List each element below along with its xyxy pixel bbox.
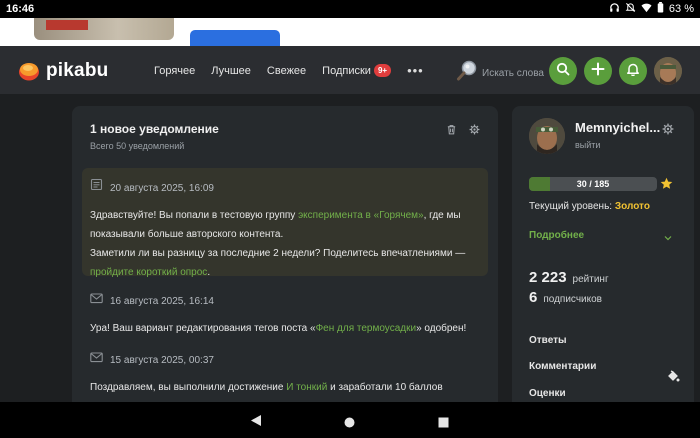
panel-actions <box>446 122 480 140</box>
rating-value: 2 223 <box>529 269 567 286</box>
nav-best[interactable]: Лучшее <box>211 65 251 77</box>
level-value: Золото <box>614 201 650 212</box>
profile-name[interactable]: Memnyichel... <box>575 120 660 135</box>
notification-text: Здравствуйте! Вы попали в тестовую групп… <box>90 210 461 240</box>
details-toggle[interactable]: Подробнее <box>529 230 584 241</box>
notification-item: 20 августа 2025, 16:09 Здравствуйте! Вы … <box>90 178 482 282</box>
battery-icon <box>657 2 664 16</box>
level-progress-text: 30 / 185 <box>576 179 610 189</box>
add-post-button[interactable] <box>584 57 612 85</box>
notification-date: 15 августа 2025, 00:37 <box>110 355 214 366</box>
header: pikabu Горячее Лучшее Свежее Подписки 9+ … <box>0 46 700 94</box>
mail-icon <box>90 292 103 311</box>
menu-ratings[interactable]: Оценки <box>529 388 566 399</box>
logo-text: pikabu <box>46 60 109 81</box>
notification-date: 20 августа 2025, 16:09 <box>110 182 214 194</box>
paint-bucket-icon[interactable] <box>666 369 680 388</box>
subscribers-stat[interactable]: 6 подписчиков <box>529 289 602 306</box>
post-link[interactable]: Фен для термоусадки <box>316 323 417 334</box>
profile-avatar[interactable] <box>529 118 565 154</box>
plus-icon <box>591 62 605 81</box>
nav-fresh[interactable]: Свежее <box>267 65 306 77</box>
mail-icon <box>90 351 103 370</box>
ad-banner[interactable] <box>0 18 700 46</box>
mute-icon <box>625 2 636 16</box>
subscribers-value: 6 <box>529 289 538 306</box>
system-navigation-bar <box>0 402 700 438</box>
rating-stat: 2 223 рейтинг <box>529 269 609 286</box>
ad-image[interactable] <box>34 18 174 40</box>
notification-item: 15 августа 2025, 00:37 Поздравляем, вы в… <box>90 351 482 397</box>
ad-button[interactable] <box>190 30 280 46</box>
profile-settings-gear-icon[interactable] <box>662 122 674 140</box>
achievement-link[interactable]: И тонкий <box>286 382 327 393</box>
back-icon[interactable] <box>250 414 262 432</box>
notifications-button[interactable] <box>619 57 647 85</box>
star-icon <box>660 177 673 195</box>
main-nav: Горячее Лучшее Свежее Подписки 9+ ••• <box>154 63 424 78</box>
notifications-count: Всего 50 уведомлений <box>90 141 185 151</box>
search-button[interactable] <box>549 57 577 85</box>
pikabu-logo[interactable]: pikabu <box>18 60 108 82</box>
subscribers-label: подписчиков <box>543 294 602 305</box>
menu-comments[interactable]: Комментарии <box>529 361 596 372</box>
battery-percent: 63 % <box>668 3 694 15</box>
settings-gear-icon[interactable] <box>469 122 480 140</box>
home-icon[interactable] <box>344 415 355 433</box>
level-progress-bar: 30 / 185 <box>529 177 657 191</box>
notification-text: Ура! Ваш вариант редактирования тегов по… <box>90 323 467 334</box>
magnifier-icon <box>456 60 478 87</box>
nav-subscriptions-label: Подписки <box>322 65 371 77</box>
bell-icon <box>626 62 640 81</box>
survey-link[interactable]: пройдите короткий опрос <box>90 267 207 278</box>
status-time: 16:46 <box>6 3 35 15</box>
notification-item: 16 августа 2025, 16:14 Ура! Ваш вариант … <box>90 292 482 338</box>
notification-text: Поздравляем, вы выполнили достижение И т… <box>90 382 443 393</box>
search-placeholder: Искать слова <box>482 68 544 79</box>
status-bar: 16:46 63 % <box>0 0 700 18</box>
status-icons: 63 % <box>609 2 694 16</box>
notification-date: 16 августа 2025, 16:14 <box>110 296 214 307</box>
rating-label: рейтинг <box>572 274 609 285</box>
page-title: 1 новое уведомление <box>90 122 219 136</box>
chevron-down-icon[interactable] <box>663 230 673 248</box>
nav-subscriptions[interactable]: Подписки 9+ <box>322 64 392 77</box>
notifications-panel: 1 новое уведомление Всего 50 уведомлений… <box>72 106 498 402</box>
menu-replies[interactable]: Ответы <box>529 335 567 346</box>
profile-panel: Memnyichel... выйти 30 / 185 Текущий уро… <box>512 106 694 402</box>
search-field[interactable]: Искать слова <box>456 60 544 87</box>
notification-text-2: Заметили ли вы разницу за последние 2 не… <box>90 248 466 278</box>
recents-icon[interactable] <box>438 415 449 433</box>
logout-link[interactable]: выйти <box>575 140 600 150</box>
header-avatar[interactable] <box>654 57 682 85</box>
wifi-icon <box>641 2 652 16</box>
headset-icon <box>609 2 620 16</box>
search-icon <box>556 62 570 81</box>
current-level: Текущий уровень: Золото <box>529 201 650 212</box>
more-menu-icon[interactable]: ••• <box>407 63 424 78</box>
subscriptions-badge: 9+ <box>373 64 392 77</box>
experiment-link[interactable]: эксперимента в «Горячем» <box>298 210 424 221</box>
logo-icon <box>18 61 40 81</box>
trash-icon[interactable] <box>446 122 457 140</box>
document-icon <box>90 178 103 198</box>
nav-hot[interactable]: Горячее <box>154 65 195 77</box>
